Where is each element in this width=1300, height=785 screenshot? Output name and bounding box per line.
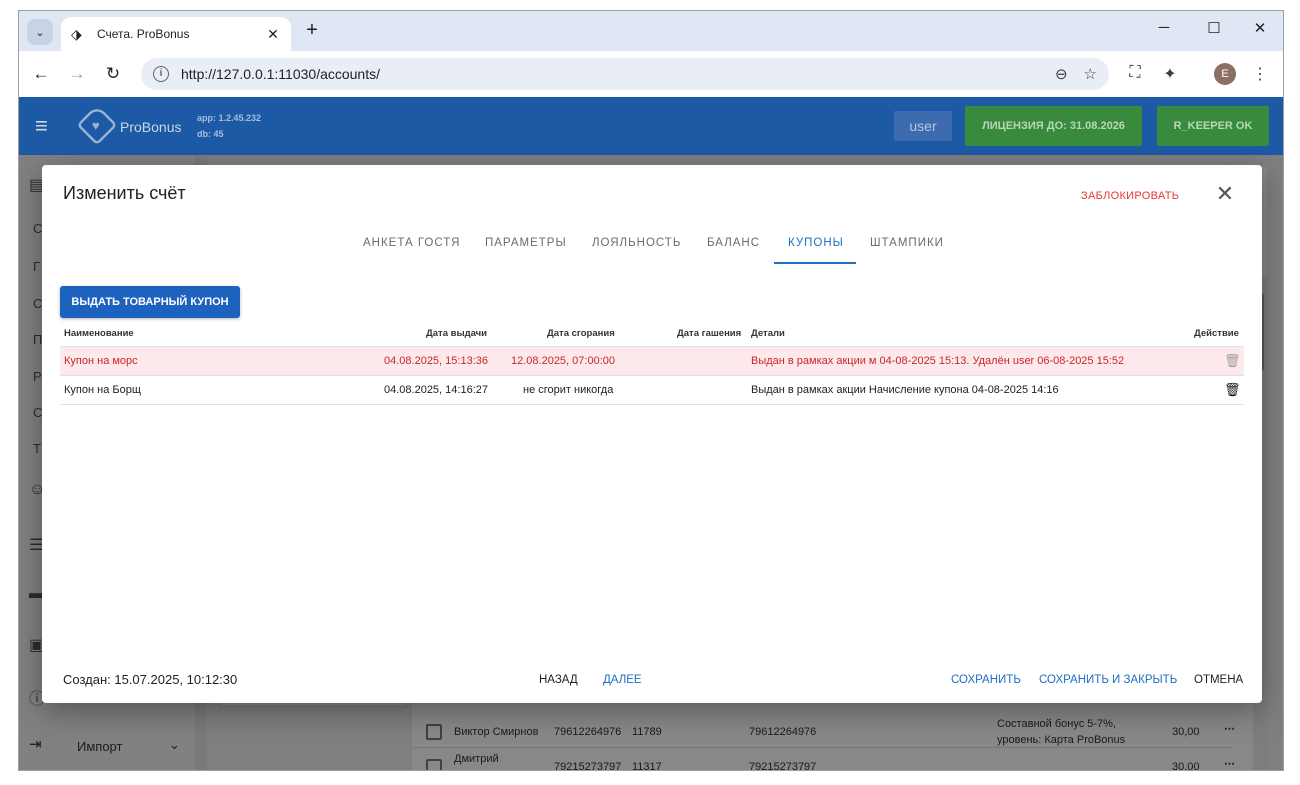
tab-loyalty[interactable]: ЛОЯЛЬНОСТЬ [592,237,681,249]
coupon-name: Купон на морс [64,355,138,367]
coupon-issued: 04.08.2025, 15:13:36 [384,355,488,367]
trash-icon[interactable]: 🗑 [1224,382,1241,398]
profile-avatar[interactable]: E [1214,63,1236,85]
new-tab-button[interactable]: + [301,20,323,42]
logo-heart-icon: ♥ [92,118,100,133]
save-button[interactable]: СОХРАНИТЬ [951,674,1021,686]
back-arrow-icon[interactable]: ← [29,62,53,86]
coupon-name: Купон на Борщ [64,384,141,396]
info-icon[interactable]: i [153,66,169,82]
tab-stamps[interactable]: ШТАМПИКИ [870,237,944,249]
tab-guest-profile[interactable]: АНКЕТА ГОСТЯ [363,237,460,249]
block-button[interactable]: ЗАБЛОКИРОВАТЬ [1081,190,1179,202]
save-and-close-button[interactable]: СОХРАНИТЬ И ЗАКРЫТЬ [1039,674,1177,686]
app-bar: ≡ ♥ ProBonus app: 1.2.45.232 db: 45 user… [19,97,1283,155]
maximize-button[interactable]: ☐ [1199,19,1229,43]
chevron-down-icon: ⌄ [35,26,45,39]
menu-icon[interactable]: ≡ [35,113,48,139]
col-redeemed[interactable]: Дата гашения [677,328,741,339]
user-chip[interactable]: user [894,111,952,141]
screenshot-icon[interactable]: ⛶ [1124,64,1146,82]
close-icon[interactable]: ✕ [1214,181,1236,207]
rkeeper-status-button[interactable]: R_KEEPER OK [1157,106,1269,146]
browser-toolbar: ← → ↻ i http://127.0.0.1:11030/accounts/… [19,51,1283,97]
dialog-tabs: АНКЕТА ГОСТЯ ПАРАМЕТРЫ ЛОЯЛЬНОСТЬ БАЛАНС… [42,227,1262,265]
back-button[interactable]: НАЗАД [539,674,578,686]
url-text[interactable]: http://127.0.0.1:11030/accounts/ [181,66,1039,82]
star-icon[interactable]: ☆ [1084,65,1097,83]
forward-arrow-icon[interactable]: → [65,62,89,86]
minimize-button[interactable]: ─ [1149,19,1179,43]
reload-icon[interactable]: ↻ [101,62,125,86]
edit-account-dialog: Изменить счёт ЗАБЛОКИРОВАТЬ ✕ АНКЕТА ГОС… [42,165,1262,703]
tab-coupons[interactable]: КУПОНЫ [788,237,844,249]
coupon-expires: не сгорит никогда [523,384,614,396]
extensions-icon[interactable]: ✦ [1159,64,1181,84]
tab-title: Счета. ProBonus [97,27,190,41]
dialog-title: Изменить счёт [63,183,186,203]
browser-window: ⌄ ⬗ Счета. ProBonus ✕ + ─ ☐ ✕ ← → ↻ i ht… [18,10,1284,771]
tab-parameters[interactable]: ПАРАМЕТРЫ [485,237,567,249]
browser-tab[interactable]: ⬗ Счета. ProBonus ✕ [61,17,291,51]
tab-search-button[interactable]: ⌄ [27,19,53,45]
more-vert-icon[interactable]: ⋮ [1249,64,1271,84]
close-icon[interactable]: ✕ [265,26,281,43]
delete-off-icon: 🗑 [1224,353,1241,368]
coupon-expires: 12.08.2025, 07:00:00 [511,355,615,367]
db-version: db: 45 [197,129,224,139]
window-close-button[interactable]: ✕ [1245,19,1275,43]
active-tab-indicator [774,262,856,264]
coupon-issued: 04.08.2025, 14:16:27 [384,384,488,396]
next-button[interactable]: ДАЛЕЕ [603,674,642,686]
app-version: app: 1.2.45.232 [197,113,262,123]
brand-name: ProBonus [120,119,182,135]
coupon-row[interactable]: Купон на Борщ 04.08.2025, 14:16:27 не сг… [60,376,1244,405]
col-action[interactable]: Действие [1194,328,1239,339]
coupons-table-header: Наименование Дата выдачи Дата сгорания Д… [60,325,1244,347]
col-expires[interactable]: Дата сгорания [547,328,615,339]
col-issued[interactable]: Дата выдачи [426,328,487,339]
created-timestamp: Создан: 15.07.2025, 10:12:30 [63,672,238,687]
col-name[interactable]: Наименование [64,328,134,339]
cancel-button[interactable]: ОТМЕНА [1194,674,1243,686]
license-button[interactable]: ЛИЦЕНЗИЯ ДО: 31.08.2026 [965,106,1142,146]
tab-strip: ⌄ ⬗ Счета. ProBonus ✕ + ─ ☐ ✕ [19,11,1283,51]
zoom-icon[interactable]: ⊖ [1055,65,1068,83]
issue-product-coupon-button[interactable]: ВЫДАТЬ ТОВАРНЫЙ КУПОН [60,286,240,318]
tag-icon: ⬗ [71,25,82,42]
coupon-row[interactable]: Купон на морс 04.08.2025, 15:13:36 12.08… [60,347,1244,376]
coupon-details: Выдан в рамках акции Начисление купона 0… [751,384,1059,396]
coupon-details: Выдан в рамках акции м 04-08-2025 15:13.… [751,355,1125,367]
address-bar[interactable]: i http://127.0.0.1:11030/accounts/ ⊖ ☆ [141,58,1109,90]
tab-balance[interactable]: БАЛАНС [707,237,760,249]
col-details[interactable]: Детали [751,328,785,339]
